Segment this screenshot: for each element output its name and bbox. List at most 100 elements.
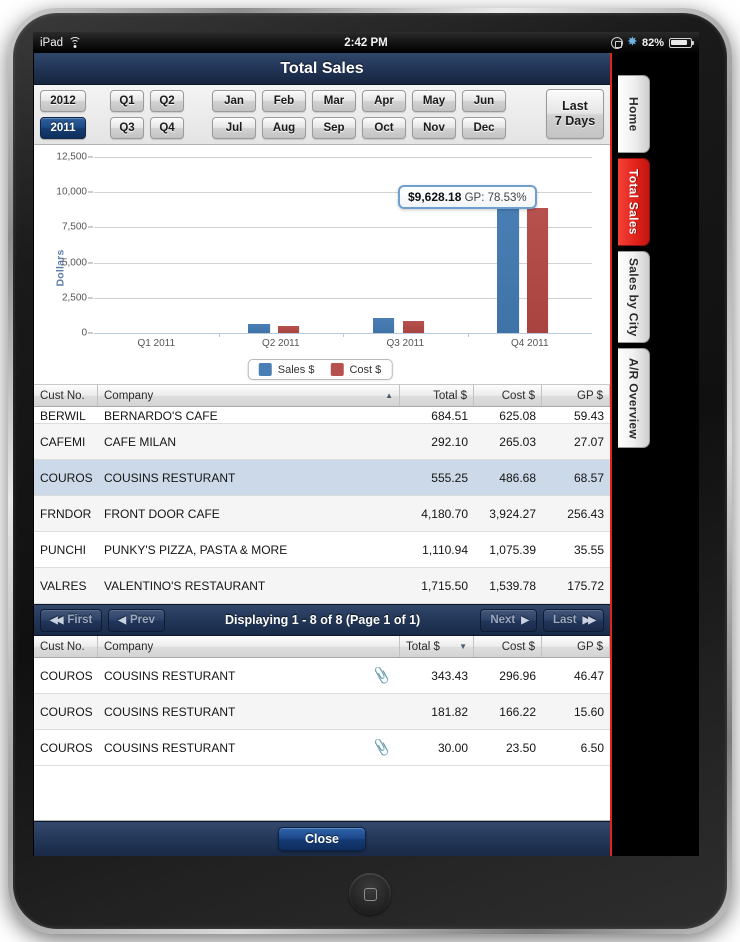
quarter-button-q2[interactable]: Q2	[150, 89, 184, 112]
chart-legend-swatch	[330, 363, 344, 376]
status-bar-left: iPad	[40, 37, 82, 49]
chart-category-separator	[343, 333, 344, 337]
close-button[interactable]: Close	[277, 827, 367, 851]
detail-column-label: GP $	[577, 640, 603, 653]
double-right-arrow-icon: ▶▶	[582, 614, 596, 626]
table-row[interactable]: BERWIL BERNARDO'S CAFE 684.51 625.08 59.43	[34, 407, 610, 424]
table-row[interactable]: COUROS COUSINS RESTURANT 📎 343.43 296.96 46.4…	[34, 658, 610, 694]
summary-column-header-cust[interactable]: Cust No.	[34, 385, 98, 406]
summary-column-header-cost[interactable]: Cost $	[474, 385, 542, 406]
detail-column-header-cost[interactable]: Cost $	[474, 636, 542, 657]
table-row[interactable]: PUNCHI PUNKY'S PIZZA, PASTA & MORE 1,110.9…	[34, 532, 610, 568]
table-row[interactable]: COUROS COUSINS RESTURANT 181.82 166.22 15.60	[34, 694, 610, 730]
detail-column-header-gp[interactable]: GP $	[542, 636, 610, 657]
detail-grid-header: Cust No. Company Total $ ▼ Cost $ GP $	[34, 636, 610, 658]
battery-icon	[669, 37, 695, 48]
home-button[interactable]	[349, 873, 391, 915]
table-row[interactable]: VALRES VALENTINO'S RESTAURANT 1,715.50 1,53…	[34, 568, 610, 604]
chart-bar-sales[interactable]	[248, 324, 270, 333]
detail-column-header-tot[interactable]: Total $ ▼	[400, 636, 474, 657]
month-button-jul[interactable]: Jul	[212, 116, 256, 139]
year-button-2011[interactable]: 2011	[40, 116, 86, 139]
status-bar-clock: 2:42 PM	[344, 36, 388, 49]
month-button-nov[interactable]: Nov	[412, 116, 456, 139]
month-button-sep[interactable]: Sep	[312, 116, 356, 139]
month-button-jan[interactable]: Jan	[212, 89, 256, 112]
table-row[interactable]: COUROS COUSINS RESTURANT 555.25 486.68 68.57	[34, 460, 610, 496]
quarter-button-q3[interactable]: Q3	[110, 116, 144, 139]
month-button-may[interactable]: May	[412, 89, 456, 112]
chart-bar-cost[interactable]	[402, 320, 424, 333]
detail-column-header-cust[interactable]: Cust No.	[34, 636, 98, 657]
table-cell-tot: 555.25	[400, 471, 474, 485]
table-cell-comp: COUSINS RESTURANT 📎	[98, 739, 400, 756]
table-cell-cost: 265.03	[474, 435, 542, 449]
month-button-apr[interactable]: Apr	[362, 89, 406, 112]
year-row-1: 2012	[40, 89, 86, 112]
table-row[interactable]: FRNDOR FRONT DOOR CAFE 4,180.70 3,924.27 256…	[34, 496, 610, 532]
table-cell-cost: 1,075.39	[474, 543, 542, 557]
month-button-oct[interactable]: Oct	[362, 116, 406, 139]
cell-text: FRNDOR	[40, 506, 92, 521]
chart-y-tick-label: 10,000	[56, 186, 87, 198]
table-cell-comp: FRONT DOOR CAFE	[98, 507, 400, 521]
side-tab-total-sales[interactable]: Total Sales	[618, 158, 650, 246]
next-page-label: Next	[490, 614, 516, 626]
year-button-2012[interactable]: 2012	[40, 89, 86, 112]
table-cell-comp: VALENTINO'S RESTAURANT	[98, 579, 400, 593]
month-button-feb[interactable]: Feb	[262, 89, 306, 112]
quarter-button-q1[interactable]: Q1	[110, 89, 144, 112]
table-row[interactable]: COUROS COUSINS RESTURANT 📎 30.00 23.50 6.50	[34, 730, 610, 766]
detail-grid-body: COUROS COUSINS RESTURANT 📎 343.43 296.96 46.4…	[34, 658, 610, 766]
summary-column-label: Cust No.	[40, 389, 85, 402]
month-button-dec[interactable]: Dec	[462, 116, 506, 139]
year-filter-group: 2012 2011	[40, 89, 86, 139]
table-cell-gp: 27.07	[542, 435, 610, 449]
side-tab-a-r-overview[interactable]: A/R Overview	[618, 348, 650, 448]
attachment-paperclip-icon[interactable]: 📎	[371, 667, 391, 684]
summary-column-header-comp[interactable]: Company ▲	[98, 385, 400, 406]
table-cell-cust: VALRES	[34, 579, 98, 593]
cell-text: 4,180.70	[421, 506, 468, 521]
detail-column-header-comp[interactable]: Company	[98, 636, 400, 657]
quarter-row-1: Q1 Q2	[110, 89, 184, 112]
chart-tooltip-value: $9,628.18	[408, 190, 462, 204]
summary-grid-header: Cust No. Company ▲ Total $ Cost $ GP $	[34, 385, 610, 407]
sales-chart: Dollars 0 2,500 5,000 7,500 10,000 12,500 Q1 2…	[34, 145, 610, 385]
prev-page-button[interactable]: ◀ Prev	[108, 608, 165, 632]
chart-bar-cost[interactable]	[527, 207, 549, 333]
next-page-button[interactable]: Next ▶	[480, 608, 537, 632]
chart-bar-cost[interactable]	[278, 325, 300, 333]
summary-column-header-gp[interactable]: GP $	[542, 385, 610, 406]
chart-x-tick-label: Q1 2011	[137, 338, 176, 349]
table-cell-tot: 343.43	[400, 669, 474, 683]
quarter-button-q4[interactable]: Q4	[150, 116, 184, 139]
cell-text: 59.43	[573, 409, 604, 423]
chart-legend-item[interactable]: Sales $	[258, 363, 314, 376]
cell-text: 15.60	[573, 704, 604, 719]
prev-page-label: Prev	[130, 614, 155, 626]
last-page-button[interactable]: Last ▶▶	[542, 608, 604, 632]
cell-text: PUNKY'S PIZZA, PASTA & MORE	[104, 542, 288, 557]
summary-column-header-tot[interactable]: Total $	[400, 385, 474, 406]
cell-text: 265.03	[499, 434, 536, 449]
month-button-mar[interactable]: Mar	[312, 89, 356, 112]
detail-grid: Cust No. Company Total $ ▼ Cost $ GP $ COUROS…	[34, 636, 610, 766]
attachment-paperclip-icon[interactable]: 📎	[371, 739, 391, 756]
last-7-days-button[interactable]: Last 7 Days	[546, 89, 604, 139]
chart-category-separator	[467, 333, 469, 337]
month-button-aug[interactable]: Aug	[262, 116, 306, 139]
last-page-label: Last	[552, 614, 577, 626]
chart-bar-sales[interactable]	[372, 318, 395, 333]
summary-column-label: Company	[104, 389, 154, 402]
last-7-days-line-1: Last	[562, 99, 588, 113]
chart-bar-sales[interactable]	[497, 197, 519, 333]
side-tab-home[interactable]: Home	[618, 75, 650, 153]
side-tab-sales-by-city[interactable]: Sales by City	[618, 251, 650, 343]
chart-y-tick-label: 5,000	[61, 257, 87, 269]
chart-legend-item[interactable]: Cost $	[330, 363, 381, 376]
first-page-button[interactable]: ◀◀ First	[40, 608, 103, 632]
table-row[interactable]: CAFEMI CAFE MILAN 292.10 265.03 27.07	[34, 424, 610, 460]
month-button-jun[interactable]: Jun	[462, 89, 506, 112]
table-cell-tot: 292.10	[400, 435, 474, 449]
